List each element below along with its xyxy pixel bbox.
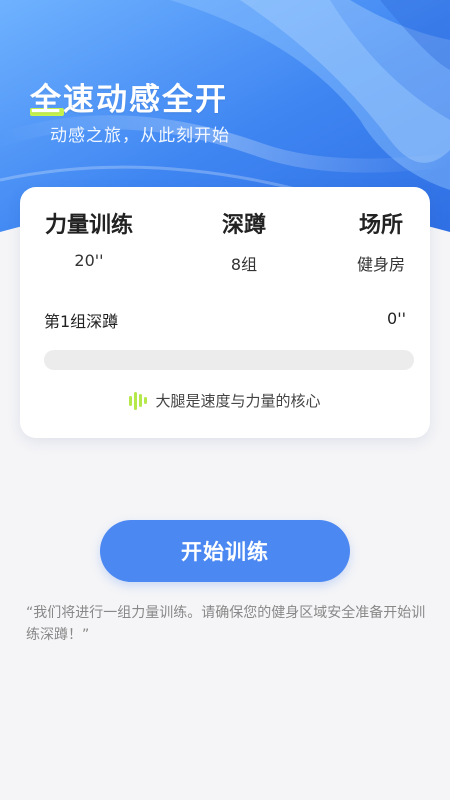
workout-card: 力量训练 20'' 深蹲 8组 场所 健身房 第1组深蹲 0'' 大腿是速度与力…	[20, 187, 430, 438]
stat-value: 8组	[230, 255, 258, 274]
stat-title: 力量训练	[44, 213, 133, 238]
sound-wave-icon	[129, 391, 148, 411]
stat-title: 场所	[358, 213, 403, 238]
page-subtitle: 动感之旅，从此刻开始	[50, 126, 230, 146]
current-group-label: 第1组深蹲	[44, 312, 119, 331]
stat-title: 深蹲	[221, 213, 266, 238]
progress-bar	[44, 350, 414, 370]
current-group-timer: 0''	[387, 309, 406, 328]
page-title: 全速动感全开	[30, 82, 228, 118]
stat-exercise: 深蹲 8组	[204, 207, 284, 275]
stat-training-type: 力量训练 20''	[42, 207, 136, 270]
instruction-note: “我们将进行一组力量训练。请确保您的健身区域安全准备开始训练深蹲！”	[26, 605, 426, 643]
tip-row: 大腿是速度与力量的核心	[20, 390, 430, 411]
start-training-button[interactable]: 开始训练	[100, 520, 350, 582]
stat-location: 场所 健身房	[348, 207, 414, 275]
tip-text: 大腿是速度与力量的核心	[155, 392, 321, 410]
stat-value: 20''	[74, 251, 104, 270]
stat-value: 健身房	[356, 255, 405, 274]
